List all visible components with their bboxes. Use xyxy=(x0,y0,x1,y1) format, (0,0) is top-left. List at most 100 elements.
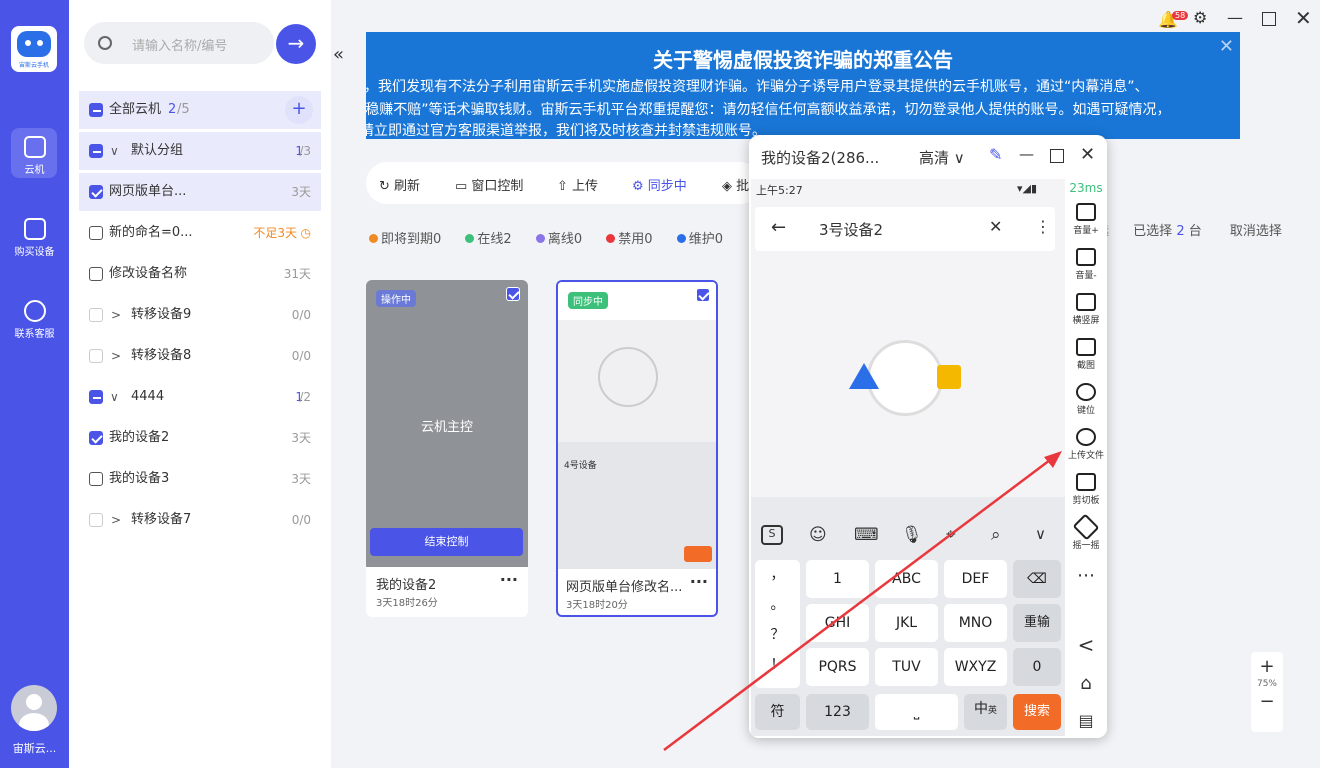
device-remaining: 3天 xyxy=(291,431,311,445)
tree-count-total: /5 xyxy=(177,102,190,117)
arrow-head xyxy=(1044,451,1062,468)
status-online[interactable]: 在线2 xyxy=(465,232,521,247)
tree-label: 转移设备9 xyxy=(131,307,192,322)
search-illustration xyxy=(598,347,658,407)
chevron-down-icon[interactable]: ∨ xyxy=(110,132,119,170)
checkbox[interactable] xyxy=(89,308,103,322)
checkbox[interactable] xyxy=(89,431,103,445)
checkbox[interactable] xyxy=(89,349,103,363)
tree-device-row[interactable]: 修改设备名称 31天 xyxy=(79,255,321,293)
group-count-total: /3 xyxy=(299,144,311,158)
tree-group-row[interactable]: ∨ 4444 1 /2 xyxy=(79,378,321,416)
phone-edit-icon xyxy=(23,136,46,158)
chevron-down-icon: ∨ xyxy=(953,149,965,167)
checkbox[interactable] xyxy=(89,103,103,117)
chevron-right-icon[interactable]: > xyxy=(111,337,121,375)
selection-count: 2 xyxy=(1176,224,1185,239)
checkbox[interactable] xyxy=(89,513,103,527)
checkbox[interactable] xyxy=(89,390,103,404)
tree-group-row[interactable]: > 转移设备8 0/0 xyxy=(79,337,321,375)
keymap-button[interactable]: 键位 xyxy=(1065,383,1107,416)
screenshot-button[interactable]: 截图 xyxy=(1065,338,1107,371)
window-control-button[interactable]: ▭ 窗口控制 xyxy=(455,175,523,194)
chevron-right-icon[interactable]: > xyxy=(111,296,121,334)
tree-device-row[interactable]: 新的命名=0... 不足3天 ◷ xyxy=(79,214,321,252)
checkbox[interactable] xyxy=(89,144,103,158)
back-arrow-icon[interactable]: ← xyxy=(771,217,786,238)
more-icon[interactable]: ··· xyxy=(500,570,518,589)
minimize-icon[interactable]: — xyxy=(1019,145,1034,163)
checkbox[interactable] xyxy=(89,185,103,199)
annotation-arrow xyxy=(663,451,1062,751)
chevron-down-icon[interactable]: ∨ xyxy=(110,378,119,416)
chevron-right-icon[interactable]: > xyxy=(111,501,121,539)
rail-item-cloud[interactable]: 云机 xyxy=(0,136,69,176)
close-icon[interactable]: ✕ xyxy=(1080,144,1095,165)
refresh-button[interactable]: ↻ 刷新 xyxy=(379,175,420,194)
add-group-button[interactable]: + xyxy=(285,96,313,124)
maximize-icon[interactable] xyxy=(1050,149,1064,163)
pin-icon[interactable]: ✎ xyxy=(989,145,1002,164)
tree-all-devices[interactable]: 全部云机 2 /5 + xyxy=(79,91,321,129)
upload-button[interactable]: ⇧ 上传 xyxy=(557,175,598,194)
notify-badge: 58 xyxy=(1172,11,1189,20)
card-checkbox[interactable] xyxy=(696,288,710,302)
card-checkbox[interactable] xyxy=(506,287,520,301)
tree-device-row[interactable]: 我的设备3 3天 xyxy=(79,460,321,498)
tree-label: 转移设备8 xyxy=(131,348,192,363)
status-offline[interactable]: 离线0 xyxy=(535,232,592,247)
tree-group-row[interactable]: > 转移设备7 0/0 xyxy=(79,501,321,539)
checkbox[interactable] xyxy=(89,226,103,240)
search-bar[interactable]: 请输入名称/编号 xyxy=(84,22,274,64)
tree-device-row[interactable]: 我的设备2 3天 xyxy=(79,419,321,457)
search-input[interactable]: 请输入名称/编号 xyxy=(132,35,227,54)
tree-label: 转移设备7 xyxy=(131,512,192,527)
gear-icon[interactable]: ⚙ xyxy=(1193,8,1207,27)
quality-select[interactable]: 高清 ∨ xyxy=(919,147,965,168)
tree-device-row[interactable]: 网页版单台... 3天 xyxy=(79,173,321,211)
cancel-selection-button[interactable]: 取消选择 xyxy=(1230,224,1282,239)
phone-search-input[interactable]: 3号设备2 xyxy=(819,219,883,240)
volume-down-button[interactable]: 音量- xyxy=(1065,248,1107,281)
search-go-button[interactable]: → xyxy=(276,24,316,64)
banner-close-icon[interactable]: ✕ xyxy=(1219,36,1234,57)
more-vertical-icon[interactable]: ⋮ xyxy=(1035,217,1051,236)
group-count: 0/0 xyxy=(291,308,311,322)
status-maintain[interactable]: 维护0 xyxy=(676,232,733,247)
latency: 23ms xyxy=(1069,181,1103,195)
tree-label: 4444 xyxy=(131,389,165,404)
tree-count-selected: 2 xyxy=(168,102,177,117)
tree-group-default[interactable]: ∨ 默认分组 1 /3 xyxy=(79,132,321,170)
collapse-panel-icon[interactable]: « xyxy=(333,44,344,65)
close-icon[interactable]: ✕ xyxy=(1295,6,1312,30)
group-count: 0/0 xyxy=(291,513,311,527)
status-expiring[interactable]: 即将到期0 xyxy=(369,232,451,247)
volume-up-icon xyxy=(1076,203,1096,221)
end-control-button[interactable]: 结束控制 xyxy=(370,528,523,556)
status-banned[interactable]: 禁用0 xyxy=(606,232,662,247)
checkbox[interactable] xyxy=(89,472,103,486)
batch-button[interactable]: ◈ 批 xyxy=(722,175,749,194)
control-status-text: 云机主控 xyxy=(420,420,473,435)
volume-up-button[interactable]: 音量+ xyxy=(1065,203,1107,236)
toolbar: ↻ 刷新 ▭ 窗口控制 ⇧ 上传 ⚙ 同步中 ◈ 批 xyxy=(366,162,761,204)
rotate-button[interactable]: 横竖屏 xyxy=(1065,293,1107,326)
banned-dot-icon xyxy=(606,234,616,243)
rail-item-support[interactable]: 联系客服 xyxy=(0,300,69,340)
device-card[interactable]: 操作中 云机主控 结束控制 我的设备2 3天18时26分 ··· xyxy=(366,280,528,617)
phone-status-time: 上午5:27 xyxy=(756,184,803,197)
rail-item-buy[interactable]: 购买设备 xyxy=(0,218,69,258)
zoom-out-button[interactable]: − xyxy=(1251,691,1283,712)
status-filter-row: 即将到期0 在线2 离线0 禁用0 维护0 xyxy=(369,228,743,247)
minimize-icon[interactable]: — xyxy=(1227,8,1243,27)
maximize-icon[interactable] xyxy=(1262,12,1276,26)
zoom-in-button[interactable]: + xyxy=(1251,656,1283,677)
sync-button[interactable]: ⚙ 同步中 xyxy=(632,175,687,194)
clear-icon[interactable]: ✕ xyxy=(989,217,1002,236)
tree-label: 网页版单台... xyxy=(109,184,187,199)
checkbox[interactable] xyxy=(89,267,103,281)
phone-search-bar[interactable]: ← 3号设备2 ✕ ⋮ xyxy=(755,207,1055,251)
layers-icon: ◈ xyxy=(722,179,737,194)
tree-group-row[interactable]: > 转移设备9 0/0 xyxy=(79,296,321,334)
avatar[interactable] xyxy=(11,685,57,731)
